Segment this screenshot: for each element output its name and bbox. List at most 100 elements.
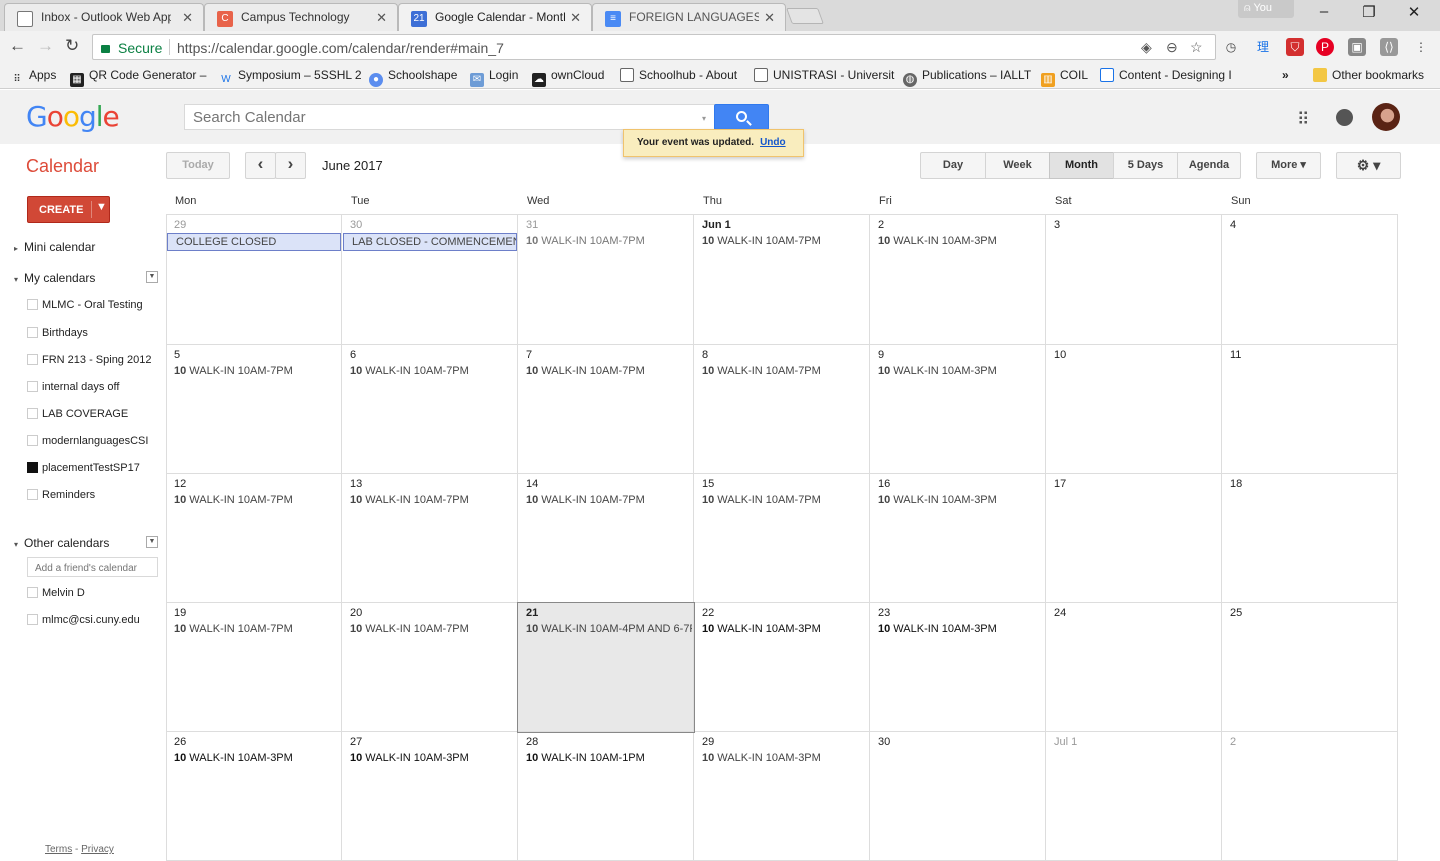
day-cell[interactable]: 18 xyxy=(1222,474,1398,603)
day-cell[interactable]: 2 xyxy=(1222,732,1398,861)
day-number[interactable]: 8 xyxy=(702,349,708,361)
mini-calendar-toggle[interactable]: ▸ Mini calendar xyxy=(14,240,95,254)
bookmark-login[interactable]: ✉ Login xyxy=(470,68,518,87)
secure-indicator[interactable]: Secure xyxy=(101,40,162,56)
bookmark-iallt[interactable]: ◍ Publications – IALLT xyxy=(903,68,1031,87)
bookmark-qr-code[interactable]: ▦ QR Code Generator – xyxy=(70,68,206,87)
calendar-item[interactable]: MLMC - Oral Testing xyxy=(27,299,143,311)
day-number[interactable]: 26 xyxy=(174,736,186,748)
bookmark-apps[interactable]: ⠿ Apps xyxy=(10,68,56,87)
calendar-item[interactable]: placementTestSP17 xyxy=(27,462,140,474)
back-arrow-icon[interactable]: ← xyxy=(9,36,26,56)
day-cell[interactable]: 8 10 WALK-IN 10AM-7PM xyxy=(694,345,870,474)
browser-tab-foreign-languages[interactable]: ≡ FOREIGN LANGUAGES PI ✕ xyxy=(592,3,786,31)
calendar-event[interactable]: 10 WALK-IN 10AM-7PM xyxy=(526,365,692,377)
day-number[interactable]: 4 xyxy=(1230,219,1236,231)
browser-menu-icon[interactable]: ⋮ xyxy=(1412,38,1430,56)
day-cell[interactable]: 12 10 WALK-IN 10AM-7PM xyxy=(166,474,342,603)
day-cell[interactable]: 5 10 WALK-IN 10AM-7PM xyxy=(166,345,342,474)
day-cell[interactable]: 9 10 WALK-IN 10AM-3PM xyxy=(870,345,1046,474)
day-number[interactable]: 11 xyxy=(1230,349,1241,361)
my-calendars-menu-icon[interactable]: ▼ xyxy=(146,271,158,283)
day-cell[interactable]: 6 10 WALK-IN 10AM-7PM xyxy=(342,345,518,474)
calendar-event[interactable]: 10 WALK-IN 10AM-3PM xyxy=(702,623,868,635)
calendar-item[interactable]: Birthdays xyxy=(27,327,88,339)
day-number[interactable]: 28 xyxy=(526,736,538,748)
create-dropdown-icon[interactable]: ▼ xyxy=(96,201,107,213)
calendar-event[interactable]: 10 WALK-IN 10AM-3PM xyxy=(878,235,1044,247)
close-tab-icon[interactable]: ✕ xyxy=(764,10,775,26)
day-number[interactable]: 31 xyxy=(526,219,538,231)
notifications-icon[interactable] xyxy=(1336,109,1353,126)
close-tab-icon[interactable]: ✕ xyxy=(376,10,387,26)
calendar-checkbox[interactable] xyxy=(27,381,38,392)
browser-tab-campus-technology[interactable]: C Campus Technology ✕ xyxy=(204,3,398,31)
calendar-event[interactable]: 10 WALK-IN 10AM-1PM xyxy=(526,752,692,764)
view-5-days-button[interactable]: 5 Days xyxy=(1113,152,1178,179)
calendar-event[interactable]: 10 WALK-IN 10AM-7PM xyxy=(350,365,516,377)
day-cell-today[interactable]: 21 10 WALK-IN 10AM-4PM AND 6-7PM xyxy=(517,602,695,733)
browser-tab-outlook[interactable]: Inbox - Outlook Web App ✕ xyxy=(4,3,204,31)
day-cell[interactable]: 23 10 WALK-IN 10AM-3PM xyxy=(870,603,1046,732)
calendar-event[interactable]: 10 WALK-IN 10AM-7PM xyxy=(174,623,340,635)
day-number[interactable]: 5 xyxy=(174,349,180,361)
view-agenda-button[interactable]: Agenda xyxy=(1177,152,1241,179)
eye-icon[interactable]: ◈ xyxy=(1141,39,1152,56)
day-number[interactable]: 30 xyxy=(878,736,890,748)
calendar-checkbox[interactable] xyxy=(27,435,38,446)
other-calendars-menu-icon[interactable]: ▼ xyxy=(146,536,158,548)
calendar-event[interactable]: 10 WALK-IN 10AM-4PM AND 6-7PM xyxy=(526,623,692,635)
day-number[interactable]: 23 xyxy=(878,607,890,619)
calendar-event[interactable]: 10 WALK-IN 10AM-7PM xyxy=(350,494,516,506)
bookmark-schoolhub[interactable]: Schoolhub - About xyxy=(620,68,737,82)
zoom-icon[interactable]: ⊖ xyxy=(1166,39,1178,56)
day-number[interactable]: 24 xyxy=(1054,607,1066,619)
create-event-button[interactable]: CREATE ▼ xyxy=(27,196,110,223)
undo-link[interactable]: Undo xyxy=(760,137,786,148)
calendar-item[interactable]: LAB COVERAGE xyxy=(27,408,128,420)
day-number[interactable]: 6 xyxy=(350,349,356,361)
next-period-button[interactable]: › xyxy=(275,152,306,179)
day-cell[interactable]: 19 10 WALK-IN 10AM-7PM xyxy=(166,603,342,732)
extension-shield-icon[interactable]: ⛉ xyxy=(1286,38,1304,56)
day-number[interactable]: 29 xyxy=(174,219,186,231)
calendar-checkbox[interactable] xyxy=(27,587,38,598)
bookmark-content-designing[interactable]: Content - Designing I xyxy=(1100,68,1240,82)
day-number[interactable]: 12 xyxy=(174,478,186,490)
calendar-checkbox[interactable] xyxy=(27,327,38,338)
day-number[interactable]: 21 xyxy=(526,607,538,619)
google-apps-icon[interactable]: ⠿ xyxy=(1297,110,1309,130)
day-number[interactable]: 20 xyxy=(350,607,362,619)
day-number[interactable]: 19 xyxy=(174,607,186,619)
calendar-event[interactable]: 10 WALK-IN 10AM-7PM xyxy=(174,494,340,506)
close-tab-icon[interactable]: ✕ xyxy=(570,10,581,26)
view-day-button[interactable]: Day xyxy=(920,152,986,179)
calendar-event[interactable]: 10 WALK-IN 10AM-3PM xyxy=(350,752,516,764)
view-month-button[interactable]: Month xyxy=(1049,152,1114,179)
day-number[interactable]: 7 xyxy=(526,349,532,361)
calendar-item[interactable]: internal days off xyxy=(27,381,119,393)
day-number[interactable]: Jul 1 xyxy=(1054,736,1077,748)
calendar-event[interactable]: 10 WALK-IN 10AM-7PM xyxy=(526,235,692,247)
bookmark-coil[interactable]: ▥ COIL xyxy=(1041,68,1088,87)
day-cell[interactable]: 13 10 WALK-IN 10AM-7PM xyxy=(342,474,518,603)
day-cell[interactable]: 30 LAB CLOSED - COMMENCEMENT xyxy=(342,215,518,345)
other-calendars-toggle[interactable]: ▾ Other calendars xyxy=(14,536,109,550)
day-number[interactable]: 14 xyxy=(526,478,538,490)
forward-arrow-icon[interactable]: → xyxy=(37,36,54,56)
minimize-window-icon[interactable]: – xyxy=(1308,3,1340,25)
address-bar[interactable]: Secure https://calendar.google.com/calen… xyxy=(92,34,1216,60)
day-cell[interactable]: 10 xyxy=(1046,345,1222,474)
maximize-window-icon[interactable]: ❐ xyxy=(1353,3,1385,25)
my-calendars-toggle[interactable]: ▾ My calendars xyxy=(14,271,95,285)
more-bookmarks-chevron-icon[interactable]: » xyxy=(1282,68,1289,82)
day-number[interactable]: 3 xyxy=(1054,219,1060,231)
all-day-event[interactable]: LAB CLOSED - COMMENCEMENT xyxy=(343,233,517,251)
day-cell[interactable]: 26 10 WALK-IN 10AM-3PM xyxy=(166,732,342,861)
calendar-event[interactable]: 10 WALK-IN 10AM-3PM xyxy=(702,752,868,764)
close-window-icon[interactable]: ✕ xyxy=(1398,3,1430,25)
day-number[interactable]: 2 xyxy=(1230,736,1236,748)
search-options-caret-icon[interactable]: ▾ xyxy=(702,114,706,123)
day-number[interactable]: Jun 1 xyxy=(702,219,731,231)
calendar-event[interactable]: 10 WALK-IN 10AM-7PM xyxy=(702,494,868,506)
